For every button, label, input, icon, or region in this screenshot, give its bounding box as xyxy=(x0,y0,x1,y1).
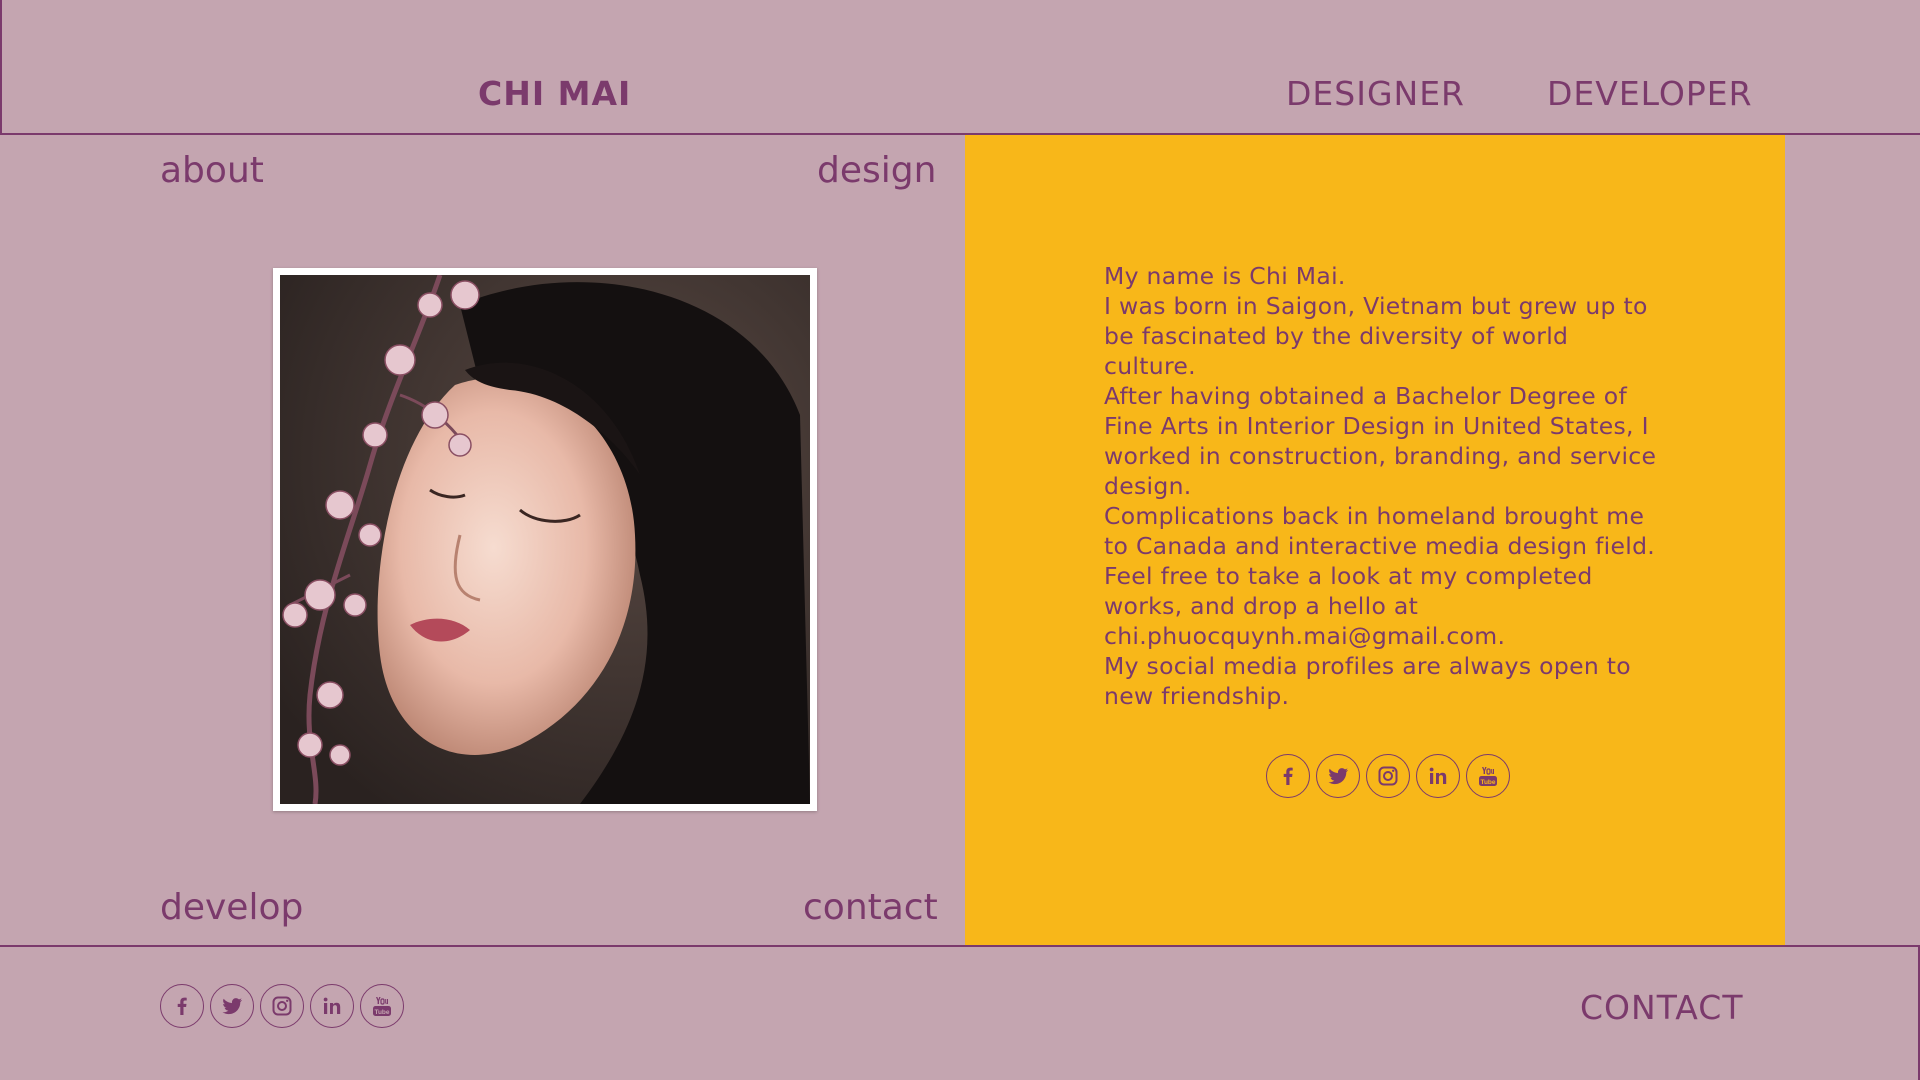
bio-line: I was born in Saigon, Vietnam but grew u… xyxy=(1104,292,1648,380)
bio-line: After having obtained a Bachelor Degree … xyxy=(1104,382,1657,500)
youtube-icon[interactable]: Tube xyxy=(360,984,404,1028)
portrait-photo xyxy=(273,268,817,811)
linkedin-icon[interactable] xyxy=(1416,754,1460,798)
nav-design[interactable]: design xyxy=(817,150,936,191)
footer-social-links: Tube xyxy=(160,984,404,1028)
site-logo[interactable]: CHI MAI xyxy=(478,74,631,113)
bio-line: Complications back in homeland brought m… xyxy=(1104,502,1656,560)
header-bar: CHI MAI DESIGNER DEVELOPER xyxy=(0,0,1920,135)
svg-text:Tube: Tube xyxy=(1480,779,1495,786)
instagram-icon[interactable] xyxy=(1366,754,1410,798)
bio-text: My name is Chi Mai. I was born in Saigon… xyxy=(1104,261,1664,711)
twitter-icon[interactable] xyxy=(210,984,254,1028)
nav-about[interactable]: about xyxy=(160,150,264,191)
svg-text:Tube: Tube xyxy=(374,1009,389,1016)
nav-developer[interactable]: DEVELOPER xyxy=(1547,74,1753,113)
footer-contact-link[interactable]: CONTACT xyxy=(1580,988,1744,1027)
twitter-icon[interactable] xyxy=(1316,754,1360,798)
nav-contact[interactable]: contact xyxy=(803,887,938,928)
youtube-icon[interactable]: Tube xyxy=(1466,754,1510,798)
about-panel: My name is Chi Mai. I was born in Saigon… xyxy=(965,135,1785,945)
panel-social-links: Tube xyxy=(1266,754,1510,798)
linkedin-icon[interactable] xyxy=(310,984,354,1028)
bio-line: My name is Chi Mai. xyxy=(1104,262,1346,290)
facebook-icon[interactable] xyxy=(1266,754,1310,798)
page: CHI MAI DESIGNER DEVELOPER about design … xyxy=(0,0,1920,1080)
bio-line: My social media profiles are always open… xyxy=(1104,652,1631,710)
portrait-image xyxy=(280,275,810,804)
instagram-icon[interactable] xyxy=(260,984,304,1028)
facebook-icon[interactable] xyxy=(160,984,204,1028)
bio-line: Feel free to take a look at my completed… xyxy=(1104,562,1593,650)
nav-develop[interactable]: develop xyxy=(160,887,303,928)
nav-designer[interactable]: DESIGNER xyxy=(1286,74,1465,113)
